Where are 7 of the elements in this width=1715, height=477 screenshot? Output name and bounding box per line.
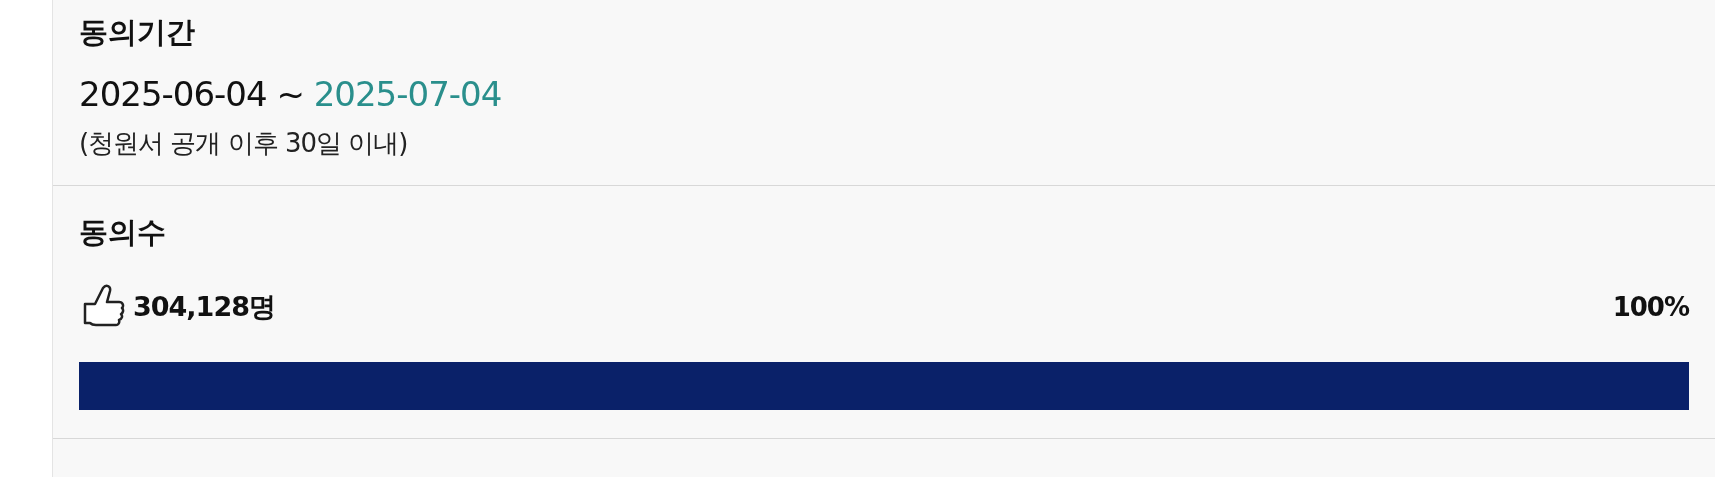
period-note: (청원서 공개 이후 30일 이내) <box>79 127 409 161</box>
agreement-count: 304,128명 <box>133 289 275 324</box>
section-title: 동의수 <box>79 214 167 252</box>
start-date: 2025-06-04 ~ <box>79 73 304 114</box>
section-title: 동의기간 <box>79 14 196 51</box>
end-date: 2025-07-04 <box>313 73 502 114</box>
percent-label: 100% <box>1612 290 1689 324</box>
